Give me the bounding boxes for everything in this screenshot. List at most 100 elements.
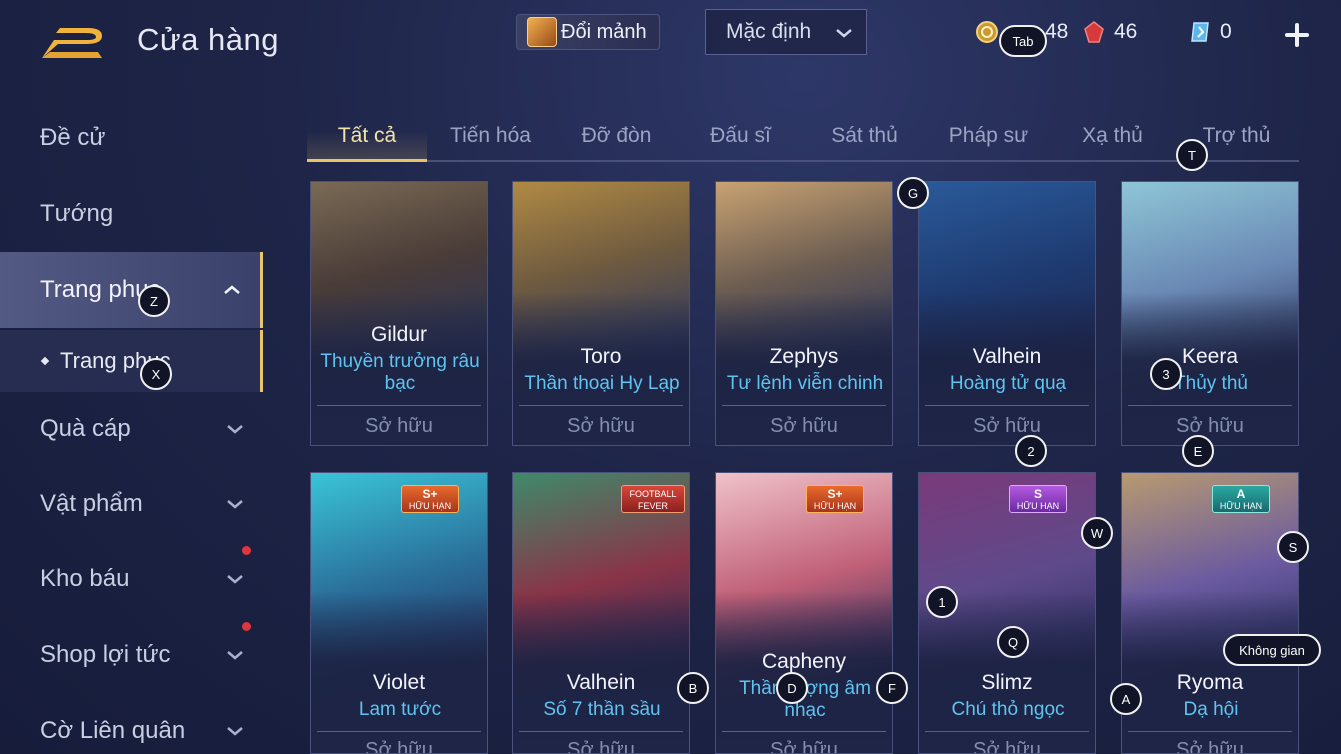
- red-gem-icon: [1084, 21, 1104, 43]
- sidebar-item-gifts[interactable]: Quà cáp: [0, 399, 263, 459]
- hotkey-s: S: [1277, 531, 1309, 563]
- exchange-fragments-button[interactable]: Đổi mảnh: [516, 14, 660, 50]
- bullet-icon: [40, 356, 50, 366]
- owned-status: Sở hữu: [973, 415, 1041, 437]
- sidebar-item-label: Cờ Liên quân: [40, 717, 186, 744]
- skin-name: Thần thoại Hy Lạp: [524, 373, 680, 394]
- chevron-down-icon: [227, 575, 243, 584]
- voucher-currency: 0: [1188, 20, 1232, 44]
- sidebar-item-label: Tướng: [40, 200, 114, 227]
- sidebar-subitem-skins[interactable]: Trang phục: [0, 330, 263, 392]
- chevron-up-icon: [224, 285, 240, 294]
- hotkey-e: E: [1182, 435, 1214, 467]
- tier-badge: S+ HỮU HẠN: [401, 485, 459, 513]
- hero-name: Valhein: [972, 345, 1042, 368]
- skin-card[interactable]: Keera Thủy thủ Sở hữu: [1121, 181, 1299, 446]
- sidebar: Đề cử Tướng Trang phục Trang phục Quà cá…: [0, 95, 263, 754]
- tier-badge: S HỮU HẠN: [1009, 485, 1067, 513]
- hotkey-g: G: [897, 177, 929, 209]
- skin-card[interactable]: S+ HỮU HẠN Violet Lam tước Sở hữu: [310, 472, 488, 754]
- chevron-down-icon: [227, 425, 243, 434]
- sidebar-item-heroes[interactable]: Tướng: [0, 184, 263, 244]
- sidebar-item-label: Vật phẩm: [40, 490, 143, 517]
- owned-status: Sở hữu: [973, 739, 1041, 754]
- tier-badge: A HỮU HẠN: [1212, 485, 1270, 513]
- hero-name: Slimz: [981, 671, 1033, 694]
- hero-name: Zephys: [769, 345, 839, 368]
- tab-fighter[interactable]: Đấu sĩ: [683, 112, 798, 160]
- skin-card[interactable]: S+ HỮU HẠN Capheny Thần tượng âm nhạc Sở …: [715, 472, 893, 754]
- page-title: Cửa hàng: [137, 22, 279, 57]
- tab-evolution[interactable]: Tiến hóa: [433, 112, 548, 160]
- chest-icon: [527, 17, 557, 47]
- gem-currency: 46: [1082, 20, 1137, 44]
- skin-card[interactable]: A HỮU HẠN Ryoma Dạ hội Sở hữu: [1121, 472, 1299, 754]
- skin-name: Lam tước: [358, 699, 442, 720]
- skin-name: Thuyền trưởng râu bạc: [320, 351, 480, 394]
- hotkey-tab: Tab: [999, 25, 1047, 57]
- back-button[interactable]: [40, 24, 108, 60]
- owned-status: Sở hữu: [1176, 739, 1244, 754]
- sidebar-item-skins[interactable]: Trang phục: [0, 252, 263, 328]
- owned-status: Sở hữu: [567, 415, 635, 437]
- sort-label: Mặc định: [726, 20, 812, 43]
- chevron-down-icon: [227, 727, 243, 736]
- tier-badge: S+ HỮU HẠN: [806, 485, 864, 513]
- sidebar-item-items[interactable]: Vật phẩm: [0, 474, 263, 534]
- hotkey-z: Z: [138, 285, 170, 317]
- skin-name: Dạ hội: [1183, 699, 1239, 720]
- hotkey-f: F: [876, 672, 908, 704]
- add-currency-button[interactable]: [1282, 20, 1312, 50]
- sidebar-item-profit-shop[interactable]: Shop lợi tức: [0, 622, 263, 685]
- skin-card[interactable]: FOOTBALL FEVER Valhein Số 7 thần sầu Sở …: [512, 472, 690, 754]
- hotkey-3: 3: [1150, 358, 1182, 390]
- tab-assassin[interactable]: Sát thủ: [807, 112, 922, 160]
- hotkey-1: 1: [926, 586, 958, 618]
- sidebar-item-label: Shop lợi tức: [40, 641, 171, 668]
- owned-status: Sở hữu: [770, 739, 838, 754]
- voucher-value: 0: [1220, 20, 1232, 43]
- sort-dropdown[interactable]: Mặc định: [705, 9, 867, 55]
- hero-name: Violet: [372, 671, 426, 694]
- tab-tank[interactable]: Đỡ đòn: [559, 112, 674, 160]
- hero-name: Capheny: [761, 650, 847, 673]
- hotkey-q: Q: [997, 626, 1029, 658]
- hotkey-d: D: [776, 672, 808, 704]
- hotkey-space: Không gian: [1223, 634, 1321, 666]
- skin-card[interactable]: Gildur Thuyền trưởng râu bạc Sở hữu: [310, 181, 488, 446]
- sidebar-item-label: Đề cử: [40, 124, 106, 151]
- hotkey-t: T: [1176, 139, 1208, 171]
- chevron-down-icon: [227, 651, 243, 660]
- voucher-icon: [1191, 22, 1209, 42]
- sidebar-item-chess[interactable]: Cờ Liên quân: [0, 701, 263, 754]
- owned-status: Sở hữu: [567, 739, 635, 754]
- tab-marksman[interactable]: Xạ thủ: [1055, 112, 1170, 160]
- hotkey-b: B: [677, 672, 709, 704]
- owned-status: Sở hữu: [1176, 415, 1244, 437]
- hotkey-a: A: [1110, 683, 1142, 715]
- gold-value: 48: [1045, 20, 1069, 43]
- notification-dot: [242, 622, 251, 631]
- hero-name: Ryoma: [1176, 671, 1244, 694]
- tab-mage[interactable]: Pháp sư: [931, 112, 1046, 160]
- sidebar-item-recommended[interactable]: Đề cử: [0, 108, 263, 168]
- skin-name: Hoàng tử quạ: [949, 373, 1067, 394]
- sidebar-item-label: Quà cáp: [40, 415, 131, 442]
- skin-card[interactable]: Valhein Hoàng tử quạ Sở hữu: [918, 181, 1096, 446]
- skin-card[interactable]: Toro Thần thoại Hy Lạp Sở hữu: [512, 181, 690, 446]
- role-tabs: Tất cả Tiến hóa Đỡ đòn Đấu sĩ Sát thủ Ph…: [307, 112, 1299, 162]
- skin-name: Tư lệnh viễn chinh: [726, 373, 884, 394]
- hero-name: Gildur: [370, 323, 428, 346]
- hotkey-w: W: [1081, 517, 1113, 549]
- exchange-label: Đổi mảnh: [561, 20, 647, 43]
- tab-all[interactable]: Tất cả: [307, 112, 427, 162]
- sidebar-item-treasure[interactable]: Kho báu: [0, 546, 263, 609]
- owned-status: Sở hữu: [365, 415, 433, 437]
- hero-name: Valhein: [566, 671, 636, 694]
- hero-name: Keera: [1181, 345, 1239, 368]
- gem-value: 46: [1114, 20, 1138, 43]
- skin-name: Chú thỏ ngọc: [951, 699, 1065, 720]
- skin-card[interactable]: Zephys Tư lệnh viễn chinh Sở hữu: [715, 181, 893, 446]
- chevron-down-icon: [227, 500, 243, 509]
- event-badge: FOOTBALL FEVER: [621, 485, 685, 513]
